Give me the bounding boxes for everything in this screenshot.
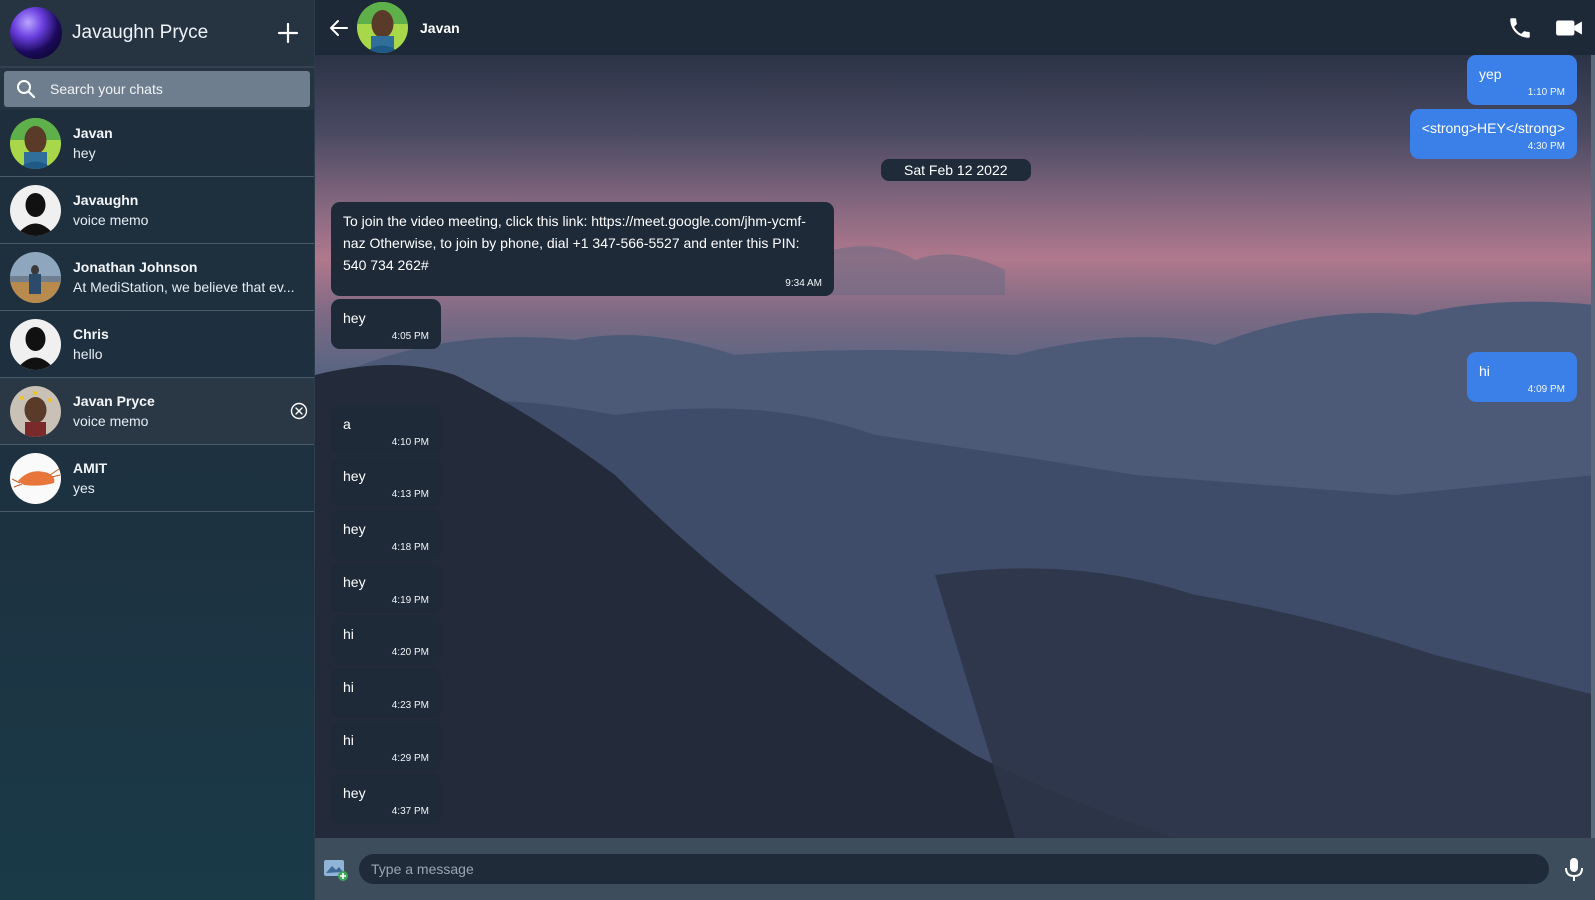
incoming-message[interactable]: hey 4:13 PM (331, 457, 441, 507)
message-composer (315, 838, 1595, 900)
back-arrow-icon[interactable] (327, 16, 351, 40)
avatar (10, 251, 61, 303)
chat-name: Javan Pryce (73, 393, 155, 409)
phone-icon[interactable] (1507, 15, 1533, 41)
chat-preview: voice memo (73, 212, 149, 228)
chat-preview: voice memo (73, 413, 149, 429)
chat-name: AMIT (73, 460, 108, 476)
avatar (10, 184, 61, 236)
sidebar-header: Javaughn Pryce (0, 0, 314, 68)
conversation-pane: Javan Sat Feb 12 2022 yep 1:10 PM <stron… (315, 0, 1595, 900)
message-time: 4:09 PM (1527, 384, 1565, 395)
message-text: hey (343, 310, 366, 326)
outgoing-message[interactable]: yep 1:10 PM (1467, 55, 1577, 105)
message-time: 4:05 PM (391, 331, 429, 342)
chat-item[interactable]: Javaughn voice memo (0, 177, 314, 244)
message-text: hi (343, 679, 354, 695)
microphone-icon[interactable] (1561, 856, 1587, 882)
message-time: 1:10 PM (1527, 87, 1565, 98)
close-circle-icon[interactable] (290, 402, 308, 420)
chat-name: Chris (73, 326, 109, 342)
avatar (10, 318, 61, 370)
chat-preview: At MediStation, we believe that ev... (73, 279, 295, 295)
avatar (10, 452, 61, 504)
message-time: 4:13 PM (391, 489, 429, 500)
message-text: hey (343, 785, 366, 801)
message-time: 4:10 PM (391, 437, 429, 448)
image-attach-icon[interactable] (323, 856, 349, 882)
outgoing-message[interactable]: hi 4:09 PM (1467, 352, 1577, 402)
avatar (10, 117, 61, 169)
incoming-message[interactable]: hi 4:20 PM (331, 615, 441, 665)
incoming-message[interactable]: hey 4:37 PM (331, 774, 441, 824)
message-time: 4:30 PM (1527, 141, 1565, 152)
incoming-message[interactable]: hi 4:29 PM (331, 721, 441, 771)
incoming-message[interactable]: a 4:10 PM (331, 405, 441, 455)
message-text: hey (343, 468, 366, 484)
chat-name: Javaughn (73, 192, 139, 208)
message-text: To join the video meeting, click this li… (343, 213, 806, 273)
plus-icon (277, 22, 299, 44)
message-time: 4:19 PM (391, 595, 429, 606)
scrollbar[interactable] (1591, 55, 1595, 838)
incoming-message[interactable]: hey 4:05 PM (331, 299, 441, 349)
search-icon (17, 80, 36, 99)
message-text: hi (343, 732, 354, 748)
incoming-message[interactable]: hey 4:18 PM (331, 510, 441, 560)
chat-item[interactable]: Jonathan Johnson At MediStation, we beli… (0, 244, 314, 311)
search-box[interactable] (4, 71, 310, 107)
search-bar (0, 68, 314, 110)
search-input[interactable] (48, 80, 298, 98)
message-text: a (343, 416, 351, 432)
incoming-message[interactable]: To join the video meeting, click this li… (331, 202, 834, 296)
outgoing-message[interactable]: <strong>HEY</strong> 4:30 PM (1409, 109, 1577, 159)
chat-preview: hey (73, 145, 96, 161)
message-text: hey (343, 574, 366, 590)
chat-item[interactable]: Chris hello (0, 311, 314, 378)
message-area: Sat Feb 12 2022 yep 1:10 PM <strong>HEY<… (315, 55, 1595, 838)
chat-item[interactable]: Javan hey (0, 110, 314, 177)
date-divider: Sat Feb 12 2022 (881, 159, 1031, 181)
message-time: 4:20 PM (391, 647, 429, 658)
avatar (10, 385, 61, 437)
chat-name: Javan (73, 125, 113, 141)
chat-name: Jonathan Johnson (73, 259, 198, 275)
message-time: 4:23 PM (391, 700, 429, 711)
message-text: <strong>HEY</strong> (1421, 120, 1565, 136)
chat-text: AMIT yes (73, 460, 295, 496)
chat-preview: hello (73, 346, 103, 362)
contact-name: Javan (420, 19, 460, 36)
message-text: hi (1479, 363, 1490, 379)
new-chat-button[interactable] (272, 17, 304, 49)
message-time: 4:29 PM (391, 753, 429, 764)
message-time: 4:18 PM (391, 542, 429, 553)
chat-item-active[interactable]: Javan Pryce voice memo (0, 378, 314, 445)
user-avatar[interactable] (10, 7, 62, 59)
chat-text: Javaughn voice memo (73, 192, 295, 228)
sidebar: Javaughn Pryce Search your chats Javan h… (0, 0, 315, 900)
chat-text: Javan hey (73, 125, 295, 161)
chat-text: Chris hello (73, 326, 295, 362)
user-name: Javaughn Pryce (72, 22, 209, 43)
contact-avatar[interactable] (357, 2, 408, 53)
incoming-message[interactable]: hi 4:23 PM (331, 668, 441, 718)
chat-text: Jonathan Johnson At MediStation, we beli… (73, 259, 295, 295)
message-time: 9:34 AM (785, 278, 822, 289)
incoming-message[interactable]: hey 4:19 PM (331, 563, 441, 613)
message-input[interactable] (359, 854, 1549, 884)
message-text: yep (1479, 66, 1502, 82)
conversation-header: Javan (315, 0, 1595, 55)
message-text: hey (343, 521, 366, 537)
chat-list: Javan hey Javaughn voice memo Jonathan J… (0, 110, 314, 512)
video-camera-icon[interactable] (1555, 14, 1583, 42)
chat-item[interactable]: AMIT yes (0, 445, 314, 512)
message-time: 4:37 PM (391, 806, 429, 817)
chat-preview: yes (73, 480, 95, 496)
message-text: hi (343, 626, 354, 642)
chat-text: Javan Pryce voice memo (73, 393, 295, 429)
